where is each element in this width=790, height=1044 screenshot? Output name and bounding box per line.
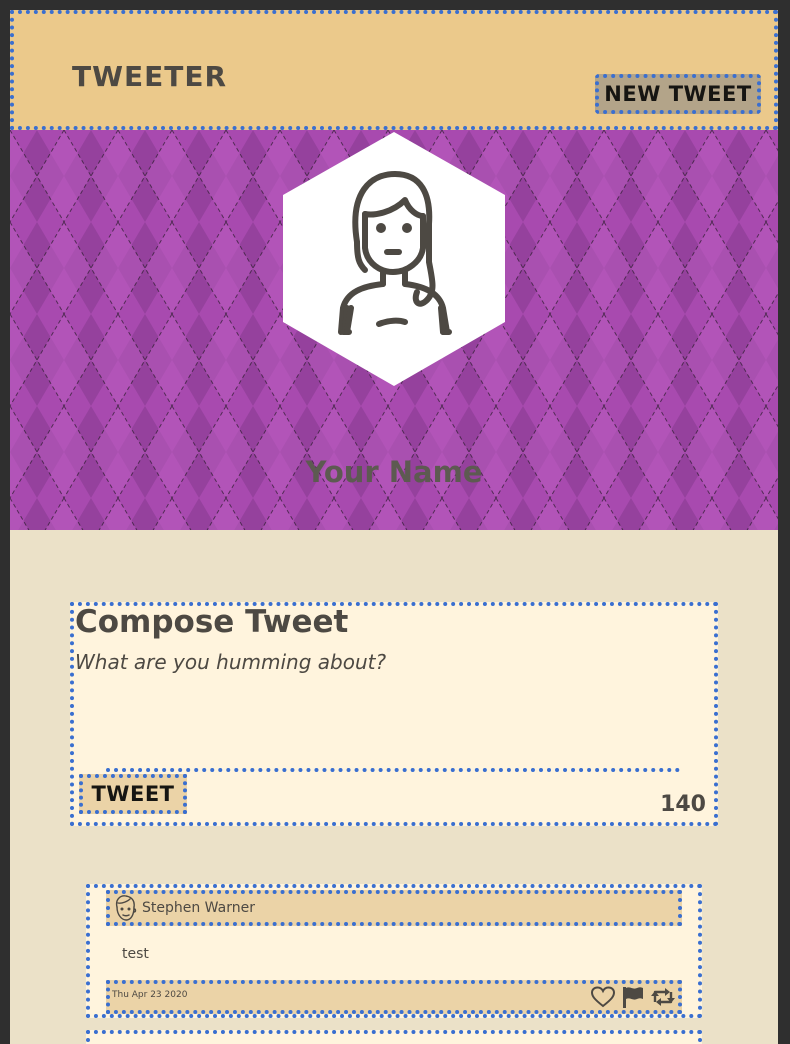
man-avatar-icon bbox=[115, 895, 137, 921]
top-nav: Tweeter New Tweet bbox=[10, 10, 778, 130]
retweet-icon[interactable] bbox=[650, 985, 676, 1009]
tweet-author-name: Stephen Warner bbox=[142, 900, 255, 916]
page: Tweeter New Tweet bbox=[10, 10, 778, 1044]
heart-icon[interactable] bbox=[590, 985, 616, 1009]
tweet-content: test bbox=[122, 946, 149, 962]
tweet-actions bbox=[590, 985, 676, 1009]
tweet-header: Stephen Warner bbox=[106, 890, 682, 926]
brand-logo[interactable]: Tweeter bbox=[72, 60, 227, 93]
profile-name: Your Name bbox=[305, 455, 483, 489]
tweet-footer: Thu Apr 23 2020 bbox=[106, 980, 682, 1014]
flag-icon[interactable] bbox=[620, 985, 646, 1009]
tweet-card bbox=[86, 1030, 702, 1044]
compose-tweet-form: Compose Tweet Tweet 140 bbox=[70, 602, 718, 826]
compose-divider bbox=[106, 768, 680, 772]
woman-avatar-icon bbox=[283, 132, 505, 386]
tweet-card: Stephen Warner test Thu Apr 23 2020 bbox=[86, 884, 702, 1018]
profile-banner: Your Name bbox=[10, 130, 778, 530]
character-counter: 140 bbox=[660, 792, 706, 817]
tweet-date: Thu Apr 23 2020 bbox=[112, 990, 188, 1000]
tweet-text-input[interactable] bbox=[75, 650, 695, 750]
compose-title: Compose Tweet bbox=[75, 604, 349, 640]
new-tweet-button[interactable]: New Tweet bbox=[595, 74, 761, 114]
tweet-submit-button[interactable]: Tweet bbox=[79, 774, 187, 814]
